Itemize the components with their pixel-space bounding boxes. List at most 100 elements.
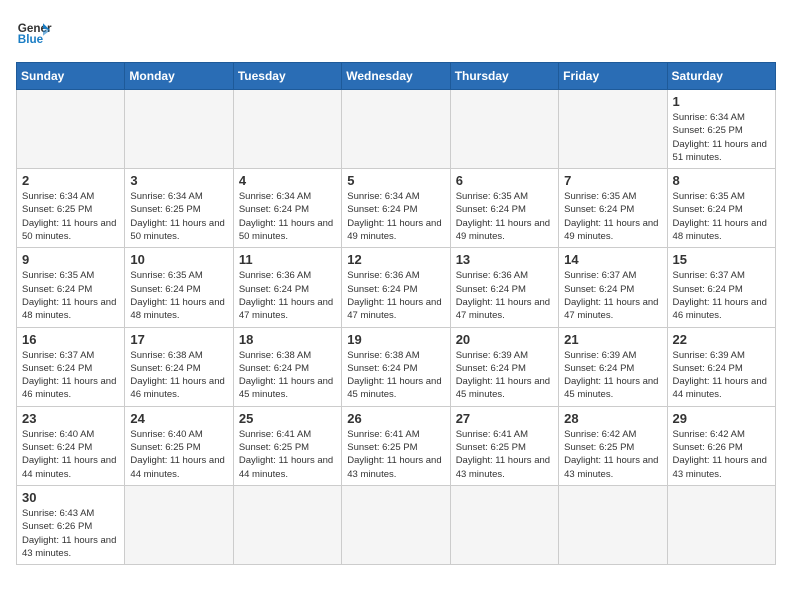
week-row-3: 16Sunrise: 6:37 AM Sunset: 6:24 PM Dayli…: [17, 327, 776, 406]
calendar-cell: [17, 90, 125, 169]
date-number: 18: [239, 332, 336, 347]
calendar-cell: 7Sunrise: 6:35 AM Sunset: 6:24 PM Daylig…: [559, 169, 667, 248]
week-row-1: 2Sunrise: 6:34 AM Sunset: 6:25 PM Daylig…: [17, 169, 776, 248]
calendar-cell: 30 Sunrise: 6:43 AM Sunset: 6:26 PM Dayli…: [17, 485, 125, 564]
calendar-cell: 22 Sunrise: 6:39 AM Sunset: 6:24 PM Dayli…: [667, 327, 775, 406]
date-number: 16: [22, 332, 119, 347]
calendar-cell: [342, 90, 450, 169]
date-number: 19: [347, 332, 444, 347]
cell-info: Sunrise: 6:34 AM Sunset: 6:24 PM Dayligh…: [347, 190, 444, 243]
cell-info: Sunrise: 6:34 AM Sunset: 6:24 PM Dayligh…: [239, 190, 336, 243]
date-number: 30: [22, 490, 119, 505]
date-number: 1: [673, 94, 770, 109]
cell-info: Sunrise: 6:35 AM Sunset: 6:24 PM Dayligh…: [130, 269, 227, 322]
cell-info: Sunrise: 6:41 AM Sunset: 6:25 PM Dayligh…: [456, 428, 553, 481]
date-number: 4: [239, 173, 336, 188]
date-number: 7: [564, 173, 661, 188]
calendar-cell: 13Sunrise: 6:36 AM Sunset: 6:24 PM Dayli…: [450, 248, 558, 327]
week-row-4: 23 Sunrise: 6:40 AM Sunset: 6:24 PM Dayli…: [17, 406, 776, 485]
calendar-cell: [450, 90, 558, 169]
calendar-cell: 6Sunrise: 6:35 AM Sunset: 6:24 PM Daylig…: [450, 169, 558, 248]
cell-info: Sunrise: 6:40 AM Sunset: 6:24 PM Dayligh…: [22, 428, 119, 481]
date-number: 23: [22, 411, 119, 426]
day-header-monday: Monday: [125, 63, 233, 90]
date-number: 11: [239, 252, 336, 267]
calendar-cell: [450, 485, 558, 564]
date-number: 15: [673, 252, 770, 267]
date-number: 12: [347, 252, 444, 267]
calendar-cell: 9 Sunrise: 6:35 AM Sunset: 6:24 PM Daylig…: [17, 248, 125, 327]
date-number: 25: [239, 411, 336, 426]
cell-info: Sunrise: 6:37 AM Sunset: 6:24 PM Dayligh…: [673, 269, 770, 322]
cell-info: Sunrise: 6:43 AM Sunset: 6:26 PM Dayligh…: [22, 507, 119, 560]
cell-info: Sunrise: 6:42 AM Sunset: 6:26 PM Dayligh…: [673, 428, 770, 481]
date-number: 17: [130, 332, 227, 347]
date-number: 5: [347, 173, 444, 188]
calendar-cell: 19 Sunrise: 6:38 AM Sunset: 6:24 PM Dayli…: [342, 327, 450, 406]
day-header-wednesday: Wednesday: [342, 63, 450, 90]
date-number: 8: [673, 173, 770, 188]
calendar-cell: 12Sunrise: 6:36 AM Sunset: 6:24 PM Dayli…: [342, 248, 450, 327]
cell-info: Sunrise: 6:39 AM Sunset: 6:24 PM Dayligh…: [673, 349, 770, 402]
calendar-cell: 5 Sunrise: 6:34 AM Sunset: 6:24 PM Daylig…: [342, 169, 450, 248]
calendar-cell: 17 Sunrise: 6:38 AM Sunset: 6:24 PM Dayli…: [125, 327, 233, 406]
logo-icon: General Blue: [16, 16, 52, 52]
cell-info: Sunrise: 6:38 AM Sunset: 6:24 PM Dayligh…: [347, 349, 444, 402]
week-row-5: 30 Sunrise: 6:43 AM Sunset: 6:26 PM Dayli…: [17, 485, 776, 564]
date-number: 9: [22, 252, 119, 267]
date-number: 26: [347, 411, 444, 426]
calendar-cell: 18 Sunrise: 6:38 AM Sunset: 6:24 PM Dayli…: [233, 327, 341, 406]
cell-info: Sunrise: 6:41 AM Sunset: 6:25 PM Dayligh…: [347, 428, 444, 481]
cell-info: Sunrise: 6:38 AM Sunset: 6:24 PM Dayligh…: [239, 349, 336, 402]
calendar-cell: [125, 90, 233, 169]
calendar-cell: [233, 485, 341, 564]
cell-info: Sunrise: 6:36 AM Sunset: 6:24 PM Dayligh…: [239, 269, 336, 322]
calendar-cell: [559, 90, 667, 169]
day-header-thursday: Thursday: [450, 63, 558, 90]
cell-info: Sunrise: 6:34 AM Sunset: 6:25 PM Dayligh…: [130, 190, 227, 243]
day-header-sunday: Sunday: [17, 63, 125, 90]
date-number: 24: [130, 411, 227, 426]
logo: General Blue: [16, 16, 52, 52]
week-row-2: 9 Sunrise: 6:35 AM Sunset: 6:24 PM Daylig…: [17, 248, 776, 327]
calendar-cell: 8 Sunrise: 6:35 AM Sunset: 6:24 PM Daylig…: [667, 169, 775, 248]
cell-info: Sunrise: 6:35 AM Sunset: 6:24 PM Dayligh…: [673, 190, 770, 243]
calendar-cell: 3 Sunrise: 6:34 AM Sunset: 6:25 PM Daylig…: [125, 169, 233, 248]
calendar-cell: [125, 485, 233, 564]
calendar-cell: [233, 90, 341, 169]
calendar-cell: 10Sunrise: 6:35 AM Sunset: 6:24 PM Dayli…: [125, 248, 233, 327]
page-header: General Blue: [16, 16, 776, 52]
calendar-cell: [342, 485, 450, 564]
cell-info: Sunrise: 6:35 AM Sunset: 6:24 PM Dayligh…: [22, 269, 119, 322]
calendar-table: SundayMondayTuesdayWednesdayThursdayFrid…: [16, 62, 776, 565]
date-number: 27: [456, 411, 553, 426]
calendar-cell: 1 Sunrise: 6:34 AM Sunset: 6:25 PM Daylig…: [667, 90, 775, 169]
calendar-cell: 15 Sunrise: 6:37 AM Sunset: 6:24 PM Dayli…: [667, 248, 775, 327]
calendar-cell: 2Sunrise: 6:34 AM Sunset: 6:25 PM Daylig…: [17, 169, 125, 248]
calendar-cell: 23 Sunrise: 6:40 AM Sunset: 6:24 PM Dayli…: [17, 406, 125, 485]
calendar-cell: 27 Sunrise: 6:41 AM Sunset: 6:25 PM Dayli…: [450, 406, 558, 485]
cell-info: Sunrise: 6:35 AM Sunset: 6:24 PM Dayligh…: [456, 190, 553, 243]
calendar-cell: 20Sunrise: 6:39 AM Sunset: 6:24 PM Dayli…: [450, 327, 558, 406]
calendar-cell: 21 Sunrise: 6:39 AM Sunset: 6:24 PM Dayli…: [559, 327, 667, 406]
calendar-cell: 24 Sunrise: 6:40 AM Sunset: 6:25 PM Dayli…: [125, 406, 233, 485]
cell-info: Sunrise: 6:34 AM Sunset: 6:25 PM Dayligh…: [22, 190, 119, 243]
cell-info: Sunrise: 6:34 AM Sunset: 6:25 PM Dayligh…: [673, 111, 770, 164]
day-header-friday: Friday: [559, 63, 667, 90]
calendar-cell: [667, 485, 775, 564]
calendar-cell: 16Sunrise: 6:37 AM Sunset: 6:24 PM Dayli…: [17, 327, 125, 406]
cell-info: Sunrise: 6:39 AM Sunset: 6:24 PM Dayligh…: [456, 349, 553, 402]
day-header-saturday: Saturday: [667, 63, 775, 90]
calendar-cell: [559, 485, 667, 564]
cell-info: Sunrise: 6:39 AM Sunset: 6:24 PM Dayligh…: [564, 349, 661, 402]
calendar-cell: 26 Sunrise: 6:41 AM Sunset: 6:25 PM Dayli…: [342, 406, 450, 485]
date-number: 22: [673, 332, 770, 347]
cell-info: Sunrise: 6:40 AM Sunset: 6:25 PM Dayligh…: [130, 428, 227, 481]
calendar-cell: 4 Sunrise: 6:34 AM Sunset: 6:24 PM Daylig…: [233, 169, 341, 248]
calendar-cell: 29Sunrise: 6:42 AM Sunset: 6:26 PM Dayli…: [667, 406, 775, 485]
date-number: 21: [564, 332, 661, 347]
cell-info: Sunrise: 6:38 AM Sunset: 6:24 PM Dayligh…: [130, 349, 227, 402]
day-header-row: SundayMondayTuesdayWednesdayThursdayFrid…: [17, 63, 776, 90]
date-number: 28: [564, 411, 661, 426]
date-number: 3: [130, 173, 227, 188]
